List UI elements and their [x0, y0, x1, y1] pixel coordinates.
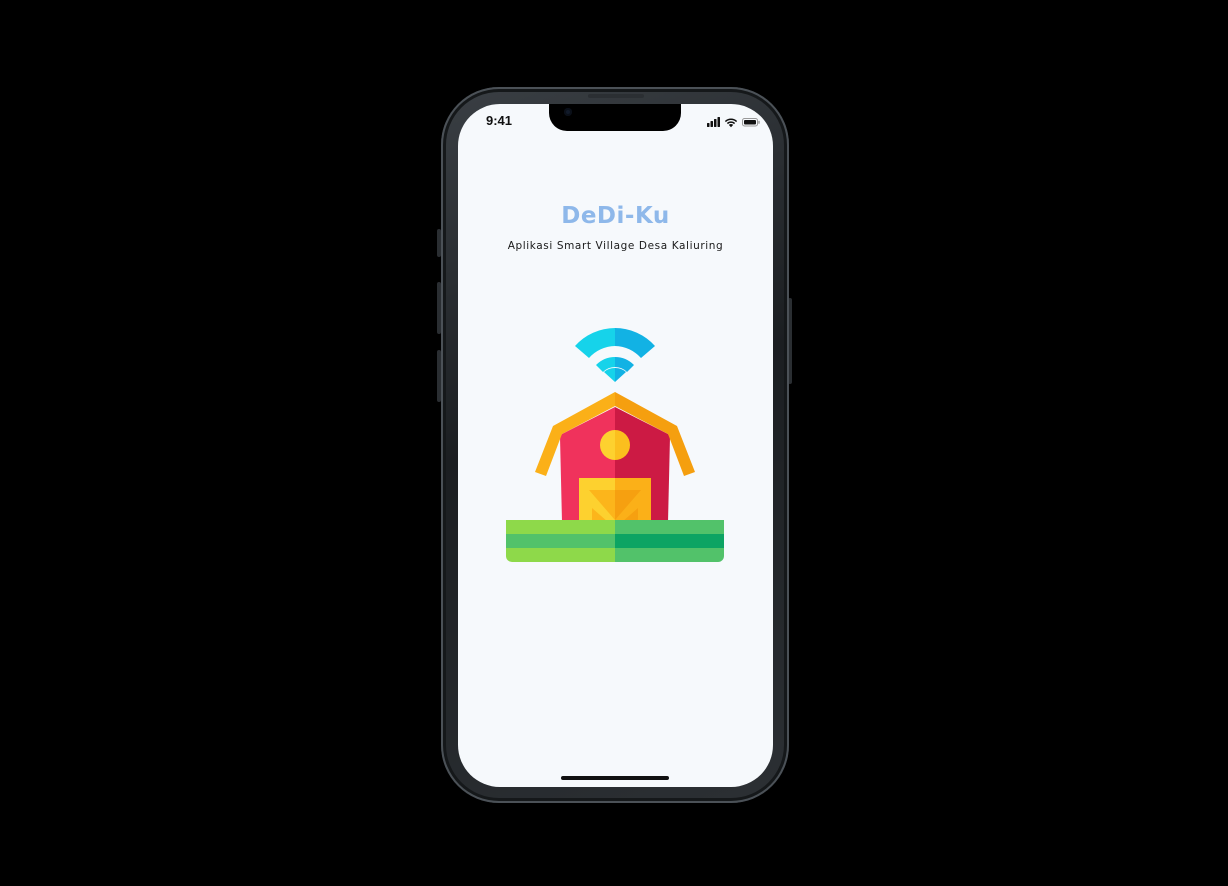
home-indicator[interactable]	[561, 776, 669, 780]
earpiece-speaker	[588, 94, 644, 98]
wifi-icon	[724, 118, 738, 128]
grass-graphic	[506, 520, 724, 562]
wifi-signal-graphic	[575, 328, 655, 382]
app-subtitle: Aplikasi Smart Village Desa Kaliuring	[507, 240, 724, 252]
smart-village-barn-wifi-icon	[500, 322, 730, 567]
barn-graphic	[535, 392, 695, 522]
status-icons	[705, 114, 761, 128]
battery-icon	[742, 118, 760, 127]
app-title: DeDi-Ku	[561, 203, 670, 229]
cellular-signal-icon	[707, 117, 720, 127]
front-camera	[564, 108, 572, 116]
device-stage: 9:41 DeDi-Ku Aplikasi Smart Village Desa…	[0, 0, 1228, 886]
status-time: 9:41	[486, 113, 513, 128]
